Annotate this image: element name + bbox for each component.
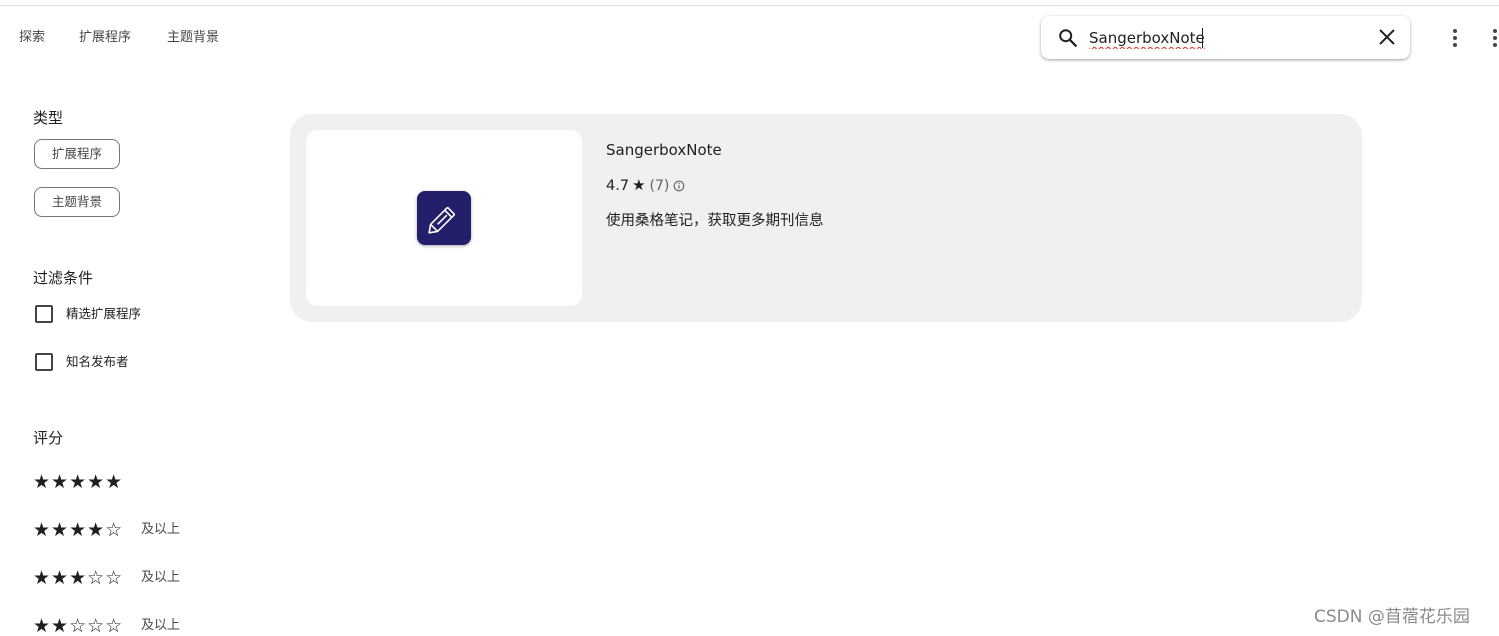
more-vert-icon[interactable] [1492,27,1498,49]
result-description: 使用桑格笔记，获取更多期刊信息 [606,213,824,229]
nav-extensions[interactable]: 扩展程序 [79,29,131,47]
rating-section-title: 评分 [33,429,64,447]
result-card[interactable]: SangerboxNote 4.7 ★ (7) 使用桑格笔记，获取更多期刊信息 [290,114,1362,322]
filter-section-title: 过滤条件 [33,269,94,287]
rating-suffix: 及以上 [141,570,181,585]
filter-featured-label: 精选扩展程序 [66,306,142,321]
star-rating-icons: ★★★★☆ [33,519,124,541]
search-box [1041,16,1410,59]
pen-icon [417,191,471,245]
text-cursor [1202,28,1203,48]
page: 探索 扩展程序 主题背景 类型 扩展程序 主题背景 过滤条件 精选扩展程序 知 [0,0,1499,636]
result-title[interactable]: SangerboxNote [606,140,722,160]
close-icon[interactable] [1376,26,1398,48]
nav-explore[interactable]: 探索 [19,29,45,47]
search-input[interactable] [1089,27,1359,49]
star-rating-icons: ★★★☆☆ [33,567,124,589]
filter-publisher-label: 知名发布者 [66,354,129,369]
top-divider [0,5,1499,6]
rating-suffix: 及以上 [141,522,181,537]
rating-suffix: 及以上 [141,618,181,633]
chip-extensions[interactable]: 扩展程序 [34,139,120,169]
result-thumbnail [306,130,582,306]
star-rating-icons: ★★☆☆☆ [33,615,124,636]
rating-value: 4.7 [606,178,630,194]
checkbox[interactable] [35,353,53,371]
chip-themes[interactable]: 主题背景 [34,187,120,217]
nav-themes[interactable]: 主题背景 [167,29,219,47]
review-count: (7) [649,178,670,194]
star-icon: ★ [632,176,646,194]
type-section-title: 类型 [33,109,64,127]
watermark: CSDN @苜蓿花乐园 [1314,607,1470,627]
info-icon[interactable] [673,180,685,192]
star-rating-icons: ★★★★★ [33,471,124,493]
result-rating: 4.7 ★ (7) [606,175,685,195]
more-vert-icon[interactable] [1452,27,1458,49]
checkbox[interactable] [35,305,53,323]
search-icon[interactable] [1057,27,1079,49]
